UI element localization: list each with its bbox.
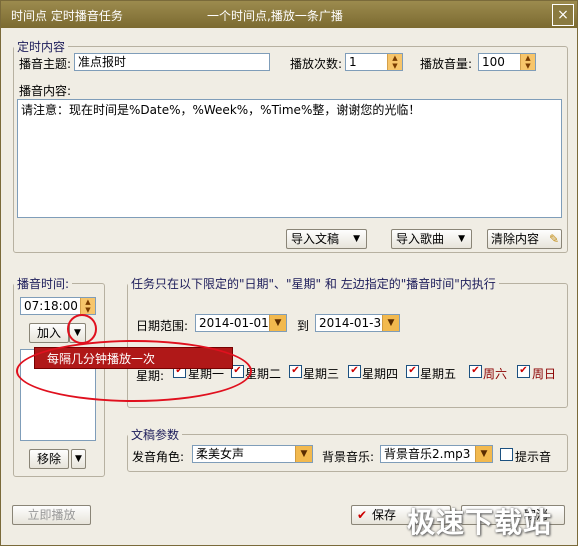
checkmark-icon: ✔	[357, 508, 368, 522]
bgm-select[interactable]: 背景音乐2.mp3 ▼	[380, 445, 493, 463]
weekday-label: 星期五	[420, 367, 457, 381]
voice-value: 柔美女声	[196, 447, 245, 461]
voice-select[interactable]: 柔美女声 ▼	[192, 445, 313, 463]
doc-params-legend: 文稿参数	[131, 428, 180, 442]
save-label: 保存	[372, 508, 397, 522]
voice-label: 发音角色:	[132, 450, 185, 464]
spin-arrows-icon[interactable]: ▲ ▼	[520, 54, 535, 70]
broadcast-time-legend: 播音时间:	[17, 277, 70, 291]
date-range-label: 日期范围:	[136, 319, 189, 333]
weekend-label: 周日	[532, 367, 557, 381]
chevron-down-icon[interactable]: ▼	[295, 446, 312, 462]
body-label: 播音内容:	[19, 84, 72, 98]
date-from-picker[interactable]: 2014-01-01 ▼	[195, 314, 287, 332]
subject-label: 播音主题:	[19, 57, 72, 71]
remove-dropdown-button[interactable]: ▼	[71, 449, 86, 469]
chevron-down-icon: ▼	[353, 234, 360, 244]
date-to-picker[interactable]: 2014-01-31 ▼	[315, 314, 400, 332]
clear-label: 清除内容	[491, 232, 540, 246]
subject-input[interactable]: 准点报时	[74, 53, 270, 71]
times-label: 播放次数:	[290, 57, 343, 71]
window-subtitle: 一个时间点,播放一条广播	[207, 9, 343, 23]
limit-legend: 任务只在以下限定的"日期"、"星期" 和 左边指定的"播音时间"内执行	[131, 277, 496, 291]
volume-stepper[interactable]: 100 ▲ ▼	[478, 53, 536, 71]
date-to-value: 2014-01-31	[319, 316, 389, 330]
time-stepper[interactable]: 07:18:00 ▲ ▼	[20, 297, 96, 315]
volume-label: 播放音量:	[420, 57, 473, 71]
play-now-button[interactable]: 立即播放	[12, 505, 91, 525]
clear-button[interactable]: 清除内容 ✎	[487, 229, 562, 249]
bgm-value: 背景音乐2.mp3	[384, 447, 471, 461]
chevron-down-icon: ▼	[458, 234, 465, 244]
weekday-checkbox[interactable]: ✔	[289, 365, 302, 378]
annotation-ellipse	[16, 340, 252, 402]
add-button[interactable]: 加入	[29, 323, 69, 343]
time-value: 07:18:00	[24, 299, 78, 313]
body-textarea[interactable]: 请注意：现在时间是%Date%，%Week%，%Time%整，谢谢您的光临！	[17, 99, 562, 218]
window-title: 时间点 定时播音任务	[11, 9, 123, 23]
weekday-label: 星期三	[303, 367, 340, 381]
watermark: 极速下载站	[407, 506, 553, 539]
weekday-checkbox[interactable]: ✔	[406, 365, 419, 378]
chevron-down-icon: ▼	[75, 454, 82, 464]
weekend-label: 周六	[483, 367, 508, 381]
bgm-label: 背景音乐:	[322, 450, 375, 464]
chevron-down-icon[interactable]: ▼	[269, 315, 286, 331]
import-song-label: 导入歌曲	[396, 232, 445, 246]
title-bar: 时间点 定时播音任务 一个时间点,播放一条广播 ×	[1, 1, 577, 28]
import-doc-label: 导入文稿	[291, 232, 340, 246]
volume-value: 100	[482, 55, 505, 69]
close-icon[interactable]: ×	[552, 4, 574, 26]
weekday-label: 星期四	[362, 367, 399, 381]
times-stepper[interactable]: 1 ▲ ▼	[345, 53, 403, 71]
prompt-checkbox[interactable]	[500, 448, 513, 461]
weekday-checkbox[interactable]: ✔	[469, 365, 482, 378]
content-legend: 定时内容	[17, 40, 66, 54]
times-value: 1	[349, 55, 357, 69]
weekday-checkbox[interactable]: ✔	[517, 365, 530, 378]
prompt-label: 提示音	[515, 450, 552, 464]
weekday-checkbox[interactable]: ✔	[348, 365, 361, 378]
remove-button[interactable]: 移除	[29, 449, 69, 469]
to-label: 到	[297, 319, 310, 333]
chevron-down-icon[interactable]: ▼	[475, 446, 492, 462]
broom-icon: ✎	[548, 232, 559, 246]
chevron-down-icon[interactable]: ▼	[382, 315, 399, 331]
spin-arrows-icon[interactable]: ▲ ▼	[80, 298, 95, 314]
spin-arrows-icon[interactable]: ▲ ▼	[387, 54, 402, 70]
import-doc-button[interactable]: 导入文稿 ▼	[286, 229, 367, 249]
import-song-button[interactable]: 导入歌曲 ▼	[391, 229, 472, 249]
dialog-window: 时间点 定时播音任务 一个时间点,播放一条广播 × 定时内容 播音主题: 准点报…	[0, 0, 578, 546]
date-from-value: 2014-01-01	[199, 316, 269, 330]
annotation-circle	[67, 314, 97, 344]
